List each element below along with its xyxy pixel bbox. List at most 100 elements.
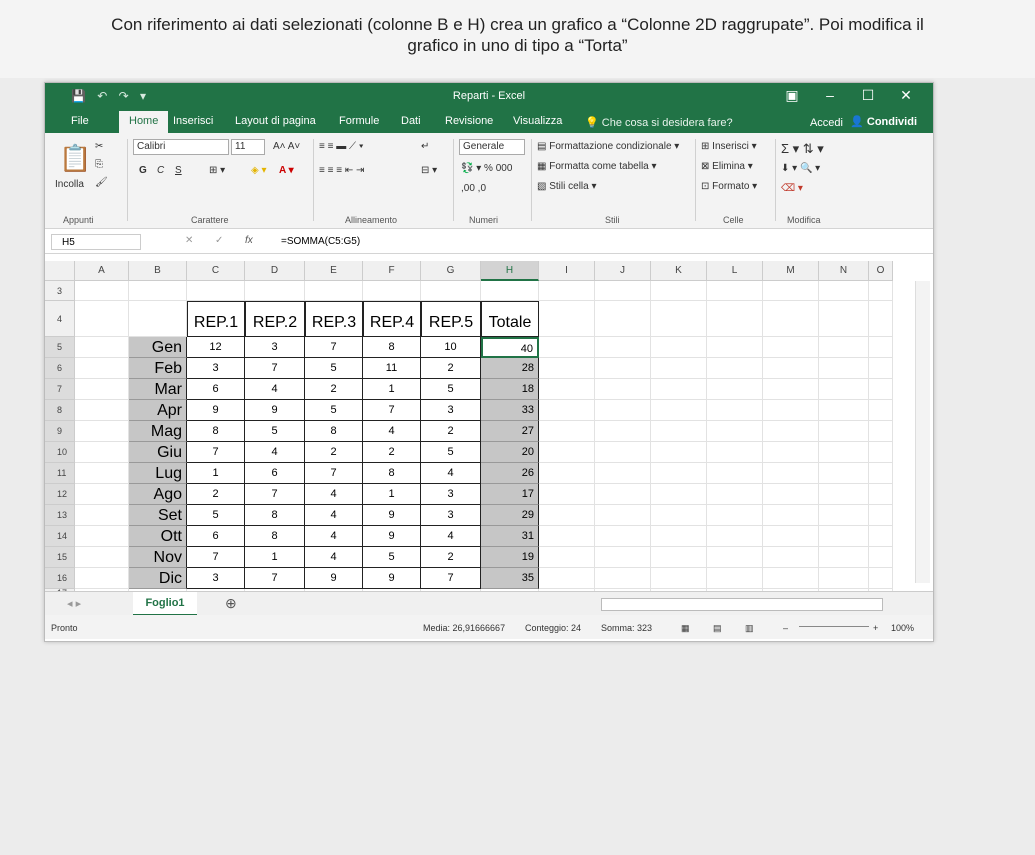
cell[interactable] — [869, 547, 893, 568]
cell[interactable] — [869, 337, 893, 358]
cell[interactable] — [595, 301, 651, 337]
tab-file[interactable]: File — [71, 115, 89, 127]
cell[interactable] — [651, 301, 707, 337]
select-all-corner[interactable] — [45, 261, 75, 281]
cell[interactable] — [75, 442, 129, 463]
value-cell[interactable]: 3 — [421, 484, 481, 505]
cell[interactable] — [763, 547, 819, 568]
column-header-J[interactable]: J — [595, 261, 651, 281]
cell[interactable] — [651, 547, 707, 568]
cell[interactable] — [869, 301, 893, 337]
row-header-9[interactable]: 9 — [45, 421, 75, 442]
cell[interactable] — [75, 568, 129, 589]
total-cell[interactable]: 20 — [481, 442, 539, 463]
cell[interactable] — [763, 421, 819, 442]
value-cell[interactable]: 4 — [363, 421, 421, 442]
cell[interactable] — [763, 400, 819, 421]
row-header-7[interactable]: 7 — [45, 379, 75, 400]
month-cell[interactable]: Mar — [129, 379, 187, 400]
cell[interactable] — [869, 526, 893, 547]
tell-me-box[interactable]: 💡 Che cosa si desidera fare? — [585, 116, 733, 129]
value-cell[interactable]: 7 — [305, 337, 363, 358]
cell[interactable] — [421, 281, 481, 301]
value-cell[interactable]: 9 — [363, 526, 421, 547]
normal-view-icon[interactable]: ▦ — [681, 623, 690, 634]
table-header-cell[interactable]: Totale — [481, 301, 539, 337]
active-cell-total[interactable]: 40 — [481, 337, 539, 358]
value-cell[interactable]: 1 — [187, 463, 245, 484]
total-cell[interactable]: 27 — [481, 421, 539, 442]
value-cell[interactable]: 5 — [363, 547, 421, 568]
cell[interactable] — [129, 301, 187, 337]
cell[interactable] — [707, 358, 763, 379]
cell[interactable] — [75, 547, 129, 568]
value-cell[interactable]: 2 — [363, 442, 421, 463]
paste-button[interactable]: Incolla — [55, 179, 84, 190]
cell[interactable] — [75, 337, 129, 358]
cell[interactable] — [539, 547, 595, 568]
value-cell[interactable]: 4 — [245, 442, 305, 463]
cell[interactable] — [539, 526, 595, 547]
cell[interactable] — [75, 421, 129, 442]
cell[interactable] — [763, 442, 819, 463]
table-header-cell[interactable]: REP.5 — [421, 301, 481, 337]
row-header-3[interactable]: 3 — [45, 281, 75, 301]
cell[interactable] — [595, 379, 651, 400]
table-header-cell[interactable]: REP.1 — [187, 301, 245, 337]
close-icon[interactable]: ✕ — [887, 87, 925, 104]
zoom-in-icon[interactable]: + — [873, 623, 878, 633]
cell[interactable] — [539, 505, 595, 526]
cell[interactable] — [707, 484, 763, 505]
cell[interactable] — [595, 547, 651, 568]
row-header-16[interactable]: 16 — [45, 568, 75, 589]
table-header-cell[interactable]: REP.4 — [363, 301, 421, 337]
total-cell[interactable]: 18 — [481, 379, 539, 400]
cell-styles-button[interactable]: ▧ Stili cella ▾ — [537, 181, 597, 192]
tab-home[interactable]: Home — [119, 111, 169, 133]
column-header-H[interactable]: H — [481, 261, 539, 281]
wrap-text-icon[interactable]: ↵ — [421, 141, 429, 152]
cell[interactable] — [763, 526, 819, 547]
column-header-K[interactable]: K — [651, 261, 707, 281]
column-header-E[interactable]: E — [305, 261, 363, 281]
cell[interactable] — [763, 281, 819, 301]
vertical-scrollbar[interactable] — [915, 281, 930, 583]
cell[interactable] — [187, 281, 245, 301]
cell[interactable] — [651, 568, 707, 589]
cell[interactable] — [819, 301, 869, 337]
cell[interactable] — [763, 484, 819, 505]
zoom-out-icon[interactable]: – — [783, 623, 788, 633]
cell[interactable] — [763, 463, 819, 484]
bold-button[interactable]: G — [139, 165, 147, 176]
value-cell[interactable]: 3 — [245, 337, 305, 358]
month-cell[interactable]: Mag — [129, 421, 187, 442]
value-cell[interactable]: 11 — [363, 358, 421, 379]
value-cell[interactable]: 4 — [305, 547, 363, 568]
sheet-tab-foglio1[interactable]: Foglio1 — [133, 592, 197, 616]
cell[interactable] — [75, 463, 129, 484]
value-cell[interactable]: 5 — [421, 442, 481, 463]
column-header-O[interactable]: O — [869, 261, 893, 281]
column-header-L[interactable]: L — [707, 261, 763, 281]
cell[interactable] — [539, 463, 595, 484]
cell[interactable] — [651, 421, 707, 442]
tab-dati[interactable]: Dati — [401, 115, 421, 127]
cell[interactable] — [539, 281, 595, 301]
cell[interactable] — [75, 301, 129, 337]
value-cell[interactable]: 6 — [245, 463, 305, 484]
value-cell[interactable]: 5 — [305, 400, 363, 421]
cell[interactable] — [595, 526, 651, 547]
formula-input[interactable]: =SOMMA(C5:G5) — [281, 236, 360, 247]
tab-visualizza[interactable]: Visualizza — [513, 115, 562, 127]
cell[interactable] — [707, 568, 763, 589]
value-cell[interactable]: 4 — [305, 484, 363, 505]
insert-cells-button[interactable]: ⊞ Inserisci ▾ — [701, 141, 757, 152]
value-cell[interactable]: 9 — [363, 568, 421, 589]
table-header-cell[interactable]: REP.2 — [245, 301, 305, 337]
cell[interactable] — [539, 337, 595, 358]
cell[interactable] — [129, 281, 187, 301]
cell[interactable] — [595, 463, 651, 484]
row-header-12[interactable]: 12 — [45, 484, 75, 505]
cell[interactable] — [595, 484, 651, 505]
horizontal-scrollbar[interactable] — [601, 598, 883, 611]
